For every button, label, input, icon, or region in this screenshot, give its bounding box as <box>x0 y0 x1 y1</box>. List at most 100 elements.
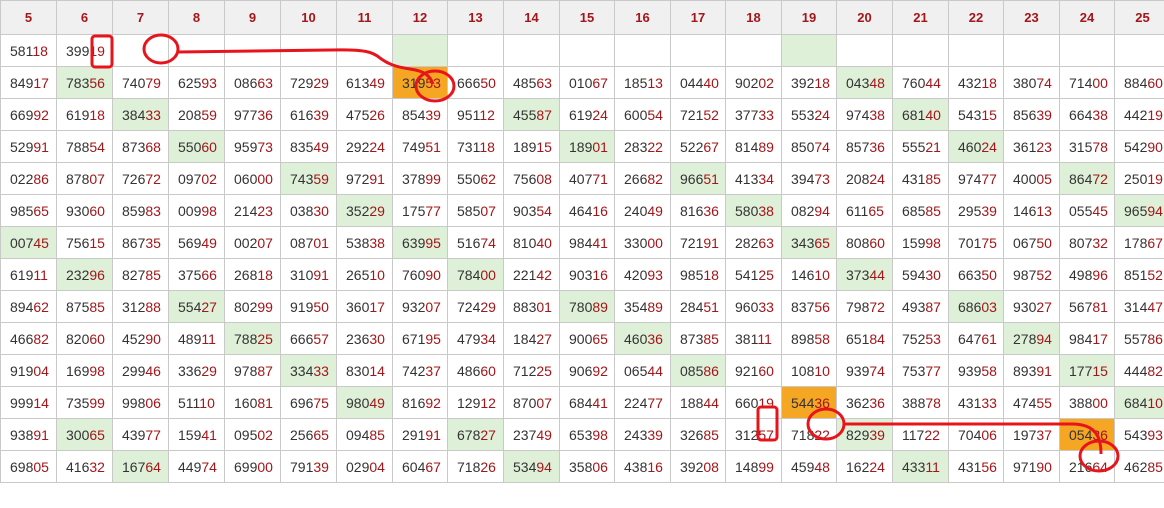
cell-leading-digits: 604 <box>402 458 426 475</box>
cell-leading-digits: 007 <box>10 234 34 251</box>
grid-cell: 09485 <box>336 418 393 451</box>
grid-cell: 49896 <box>1059 258 1115 291</box>
cell-leading-digits: 619 <box>569 106 593 123</box>
grid-cell: 53494 <box>503 450 560 483</box>
cell-last-two-digits: 94 <box>536 458 552 475</box>
cell-last-two-digits: 45 <box>1092 202 1108 219</box>
cell-last-two-digits: 92 <box>425 394 441 411</box>
grid-cell: 55521 <box>892 130 949 163</box>
grid-cell: 74237 <box>392 354 448 387</box>
cell-leading-digits: 816 <box>680 202 704 219</box>
grid-cell: 15941 <box>168 418 225 451</box>
column-header: 15 <box>559 0 615 35</box>
cell-last-two-digits: 24 <box>869 458 885 475</box>
column-header: 8 <box>168 0 225 35</box>
cell-last-two-digits: 19 <box>1147 170 1163 187</box>
grid-cell <box>447 34 504 67</box>
cell-leading-digits: 883 <box>513 298 537 315</box>
grid-cell: 31578 <box>1059 130 1115 163</box>
cell-last-two-digits: 52 <box>1147 266 1163 283</box>
cell-last-two-digits: 16 <box>592 266 608 283</box>
grid-cell: 83756 <box>781 290 837 323</box>
grid-cell <box>336 34 393 67</box>
cell-last-two-digits: 74 <box>869 362 885 379</box>
cell-last-two-digits: 12 <box>480 394 496 411</box>
grid-cell: 98441 <box>559 226 615 259</box>
grid-cell: 21664 <box>1059 450 1115 483</box>
cell-last-two-digits: 01 <box>592 138 608 155</box>
cell-leading-digits: 384 <box>122 106 146 123</box>
grid-cell: 69900 <box>224 450 281 483</box>
cell-leading-digits: 977 <box>234 106 258 123</box>
grid-cell: 21423 <box>224 194 281 227</box>
cell-last-two-digits: 53 <box>425 74 441 91</box>
cell-leading-digits: 256 <box>290 426 314 443</box>
cell-leading-digits: 783 <box>66 74 90 91</box>
cell-last-two-digits: 89 <box>758 138 774 155</box>
cell-last-two-digits: 30 <box>313 202 329 219</box>
grid-cell: 90065 <box>559 322 615 355</box>
cell-leading-digits: 854 <box>402 106 426 123</box>
cell-leading-digits: 647 <box>958 330 982 347</box>
cell-last-two-digits: 18 <box>32 42 48 59</box>
cell-last-two-digits: 10 <box>814 266 830 283</box>
cell-leading-digits: 038 <box>290 202 314 219</box>
cell-leading-digits: 600 <box>624 106 648 123</box>
cell-last-two-digits: 05 <box>1036 170 1052 187</box>
cell-leading-digits: 557 <box>1124 330 1148 347</box>
grid-cell: 47526 <box>336 98 393 131</box>
cell-leading-digits: 082 <box>791 202 815 219</box>
grid-cell: 75608 <box>503 162 560 195</box>
cell-last-two-digits: 64 <box>145 458 161 475</box>
cell-leading-digits: 984 <box>1069 330 1093 347</box>
cell-last-two-digits: 87 <box>257 362 273 379</box>
grid-cell: 43977 <box>112 418 169 451</box>
cell-leading-digits: 538 <box>346 234 370 251</box>
cell-last-two-digits: 60 <box>758 362 774 379</box>
cell-leading-digits: 373 <box>846 266 870 283</box>
cell-leading-digits: 360 <box>346 298 370 315</box>
cell-leading-digits: 097 <box>178 170 202 187</box>
grid-cell: 15998 <box>892 226 949 259</box>
cell-last-two-digits: 67 <box>425 458 441 475</box>
grid-cell: 36123 <box>1003 130 1060 163</box>
cell-last-two-digits: 08 <box>703 458 719 475</box>
grid-cell: 78825 <box>224 322 281 355</box>
cell-leading-digits: 974 <box>846 106 870 123</box>
cell-leading-digits: 653 <box>569 426 593 443</box>
table-row: 93891 30065 43977 15941 09502 25665 09485 29191… <box>0 418 1164 451</box>
cell-leading-digits: 696 <box>290 394 314 411</box>
cell-last-two-digits: 60 <box>89 330 105 347</box>
grid-cell: 18427 <box>503 322 560 355</box>
cell-leading-digits: 319 <box>402 74 426 91</box>
grid-cell: 43311 <box>892 450 949 483</box>
cell-last-two-digits: 78 <box>1092 138 1108 155</box>
cell-last-two-digits: 98 <box>89 362 105 379</box>
grid-cell: 46682 <box>0 322 57 355</box>
cell-last-two-digits: 50 <box>480 74 496 91</box>
cell-last-two-digits: 44 <box>925 74 941 91</box>
grid-cell: 24049 <box>614 194 671 227</box>
cell-last-two-digits: 07 <box>425 298 441 315</box>
cell-leading-digits: 619 <box>66 106 90 123</box>
cell-leading-digits: 721 <box>680 106 704 123</box>
cell-last-two-digits: 94 <box>1036 330 1052 347</box>
grid-cell: 98417 <box>1059 322 1115 355</box>
cell-leading-digits: 999 <box>10 394 34 411</box>
grid-cell: 16081 <box>224 386 281 419</box>
grid-cell: 38800 <box>1059 386 1115 419</box>
cell-leading-digits: 146 <box>791 266 815 283</box>
grid-cell: 52267 <box>670 130 726 163</box>
grid-cell: 74079 <box>112 66 169 99</box>
cell-last-two-digits: 10 <box>369 266 385 283</box>
grid-cell: 66350 <box>948 258 1004 291</box>
grid-cell: 46285 <box>1114 450 1164 483</box>
table-row: 46682 82060 45290 48911 78825 66657 23630 67195… <box>0 322 1164 355</box>
cell-leading-digits: 543 <box>958 106 982 123</box>
cell-leading-digits: 493 <box>902 298 926 315</box>
column-header: 17 <box>670 0 726 35</box>
cell-leading-digits: 906 <box>569 362 593 379</box>
cell-leading-digits: 378 <box>402 170 426 187</box>
cell-last-two-digits: 08 <box>536 170 552 187</box>
cell-last-two-digits: 32 <box>89 458 105 475</box>
